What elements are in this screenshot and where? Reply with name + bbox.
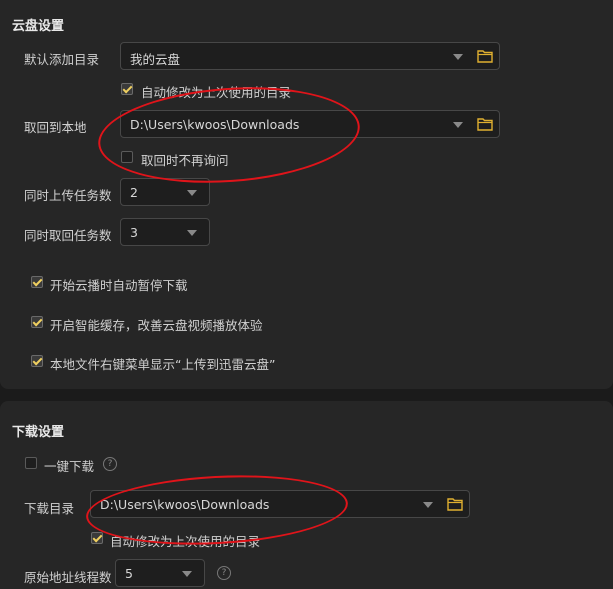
download-auto-modify-checkbox[interactable] (91, 532, 103, 544)
chevron-down-icon[interactable] (182, 571, 192, 577)
pause-on-cloudplay-label: 开始云播时自动暂停下载 (50, 278, 188, 293)
context-menu-checkbox[interactable] (31, 355, 43, 367)
upload-tasks-select[interactable]: 2 (120, 178, 210, 206)
download-settings-panel: 下载设置 一键下载 ? 下载目录 D:\Users\kwoos\Download… (0, 401, 613, 589)
chevron-down-icon[interactable] (453, 122, 463, 128)
chevron-down-icon[interactable] (187, 230, 197, 236)
fetch-local-dir-value: D:\Users\kwoos\Downloads (130, 117, 300, 132)
pause-on-cloudplay-checkbox[interactable] (31, 276, 43, 288)
no-ask-checkbox[interactable] (121, 151, 133, 163)
folder-icon[interactable] (477, 49, 493, 63)
folder-icon[interactable] (447, 497, 463, 511)
download-dir-select[interactable]: D:\Users\kwoos\Downloads (90, 490, 470, 518)
folder-icon[interactable] (477, 117, 493, 131)
chevron-down-icon[interactable] (453, 54, 463, 60)
fetch-tasks-select[interactable]: 3 (120, 218, 210, 246)
fetch-local-label: 取回到本地 (24, 120, 87, 135)
cloud-settings-panel: 云盘设置 默认添加目录 我的云盘 自动修改为上次使用的目录 取回到本地 D:\U… (0, 0, 613, 389)
fetch-local-dir-select[interactable]: D:\Users\kwoos\Downloads (120, 110, 500, 138)
no-ask-label: 取回时不再询问 (141, 153, 229, 168)
chevron-down-icon[interactable] (187, 190, 197, 196)
upload-tasks-value: 2 (130, 185, 138, 200)
download-dir-label: 下载目录 (24, 501, 75, 516)
threads-value: 5 (125, 566, 133, 581)
auto-modify-label: 自动修改为上次使用的目录 (141, 85, 292, 100)
context-menu-label: 本地文件右键菜单显示“上传到迅雷云盘” (50, 357, 276, 372)
smart-cache-label: 开启智能缓存，改善云盘视频播放体验 (50, 318, 263, 333)
cloud-settings-title: 云盘设置 (12, 19, 65, 34)
upload-tasks-label: 同时上传任务数 (24, 188, 112, 203)
download-dir-value: D:\Users\kwoos\Downloads (100, 497, 270, 512)
download-settings-title: 下载设置 (12, 425, 65, 440)
default-dir-select[interactable]: 我的云盘 (120, 42, 500, 70)
download-auto-modify-label: 自动修改为上次使用的目录 (110, 534, 261, 549)
chevron-down-icon[interactable] (423, 502, 433, 508)
help-icon[interactable]: ? (103, 457, 117, 471)
fetch-tasks-label: 同时取回任务数 (24, 228, 112, 243)
fetch-tasks-value: 3 (130, 225, 138, 240)
one-click-download-checkbox[interactable] (25, 457, 37, 469)
threads-label: 原始地址线程数 (24, 570, 112, 585)
default-dir-label: 默认添加目录 (24, 52, 100, 67)
auto-modify-checkbox[interactable] (121, 83, 133, 95)
threads-select[interactable]: 5 (115, 559, 205, 587)
smart-cache-checkbox[interactable] (31, 316, 43, 328)
help-icon[interactable]: ? (217, 566, 231, 580)
default-dir-value: 我的云盘 (130, 52, 181, 67)
one-click-download-label: 一键下载 (44, 459, 95, 474)
